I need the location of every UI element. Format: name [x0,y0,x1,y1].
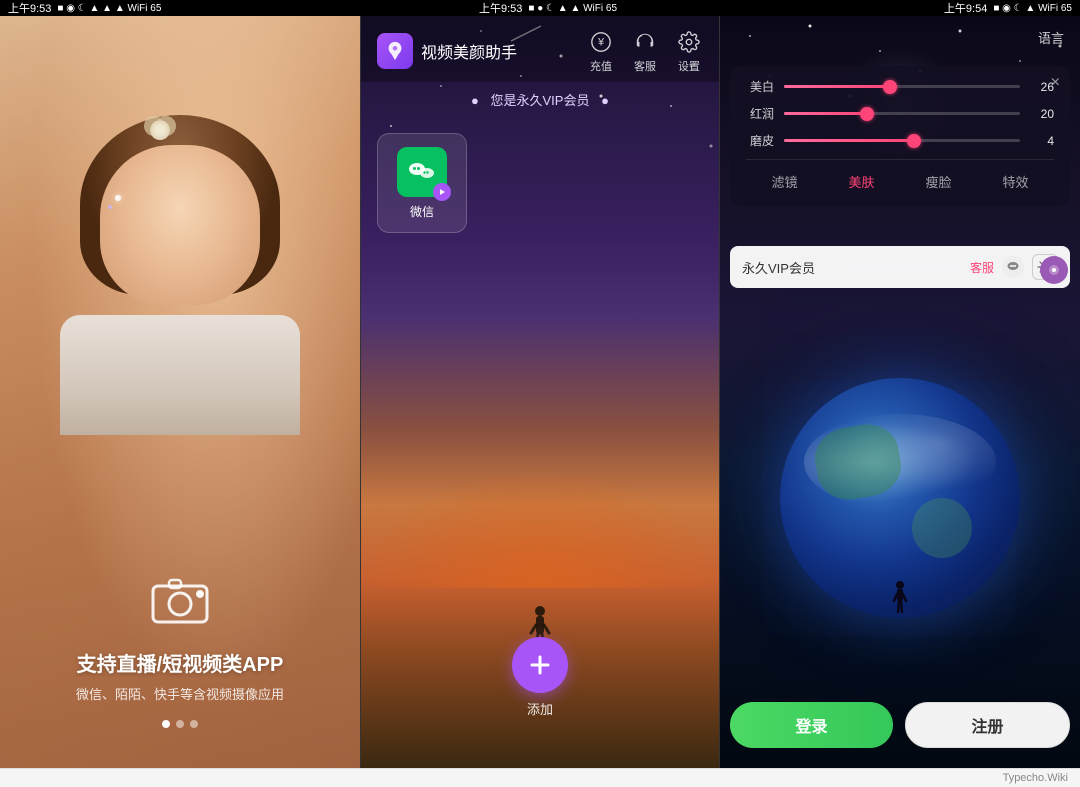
whitening-slider-row: 美白 26 [746,78,1054,95]
vip-badge: ● 您是永久VIP会员 ● [361,82,719,117]
vip-text: 您是永久VIP会员 [491,93,590,108]
add-button[interactable] [512,637,568,693]
app-name-label: 视频美颜助手 [421,39,517,63]
register-button[interactable]: 注册 [905,702,1070,748]
auth-buttons: 登录 注册 [730,702,1070,748]
close-button[interactable]: × [1051,74,1060,92]
wechat-play-overlay [433,183,451,201]
tab-filter[interactable]: 滤镜 [746,168,823,195]
whitening-label: 美白 [746,78,774,95]
vip-status-bar: 永久VIP会员 客服 [730,246,1070,288]
status-bar-panel3: 上午9:54 ■ ◉ ☾ ▲ WiFi 65 [728,0,1072,16]
tab-effects[interactable]: 特效 [977,168,1054,195]
vip-dot-left: ● [471,93,479,108]
dot-3[interactable] [190,720,198,728]
panel1-subtitle: 微信、陌陌、快手等含视频摄像应用 [20,685,340,705]
rosy-value: 20 [1030,107,1054,121]
rosy-fill [784,112,867,115]
status-bar: 上午9:53 ■ ◉ ☾ ▲ ▲ ▲ WiFi 65 上午9:53 ■ ● ☾ … [0,0,1080,16]
recharge-label: 充值 [590,58,612,74]
vip-service-btn[interactable]: 客服 [970,259,994,276]
footer-bar: Typecho.Wiki [0,768,1080,787]
headset-icon [631,28,659,56]
beauty-panel-screen: 语言 × 美白 26 红润 20 [720,16,1080,768]
logo-icon [377,33,413,69]
panel1-title: 支持直播/短视频类APP [20,648,340,677]
wechat-label: 微信 [410,203,434,220]
beauty-tabs: 滤镜 美肤 瘦脸 特效 [746,159,1054,195]
signal-icons-panel1: ■ ◉ ☾ ▲ ▲ ▲ WiFi 65 [57,3,161,14]
rosy-thumb[interactable] [860,107,874,121]
tab-skin[interactable]: 美肤 [823,168,900,195]
smoothing-slider-row: 磨皮 4 [746,132,1054,149]
panel3-header: 语言 [720,16,1080,59]
dot-2[interactable] [176,720,184,728]
add-btn-container: 添加 [512,637,568,718]
panel1-text-area: 支持直播/短视频类APP 微信、陌陌、快手等含视频摄像应用 [0,546,360,769]
header-actions: ¥ 充值 客服 [587,28,703,74]
settings-label: 设置 [678,58,700,74]
smoothing-label: 磨皮 [746,132,774,149]
horizon-glow [361,468,719,588]
wechat-app-item[interactable]: 微信 [377,133,467,233]
whitening-track[interactable] [784,85,1020,88]
tab-slim-face[interactable]: 瘦脸 [900,168,977,195]
vip-chat-icon[interactable] [1002,256,1024,278]
svg-text:¥: ¥ [597,37,605,49]
yuan-icon: ¥ [587,28,615,56]
time-panel1: 上午9:53 [8,0,51,16]
app-panel: 视频美颜助手 ¥ 充值 [360,16,720,768]
service-btn[interactable]: 客服 [631,28,659,74]
signal-icons-panel2: ■ ● ☾ ▲ ▲ WiFi 65 [528,3,617,14]
time-panel2: 上午9:53 [479,0,522,16]
panel2-header: 视频美颜助手 ¥ 充值 [361,16,719,82]
beauty-sliders-panel: × 美白 26 红润 20 磨 [730,66,1070,207]
wechat-logo [397,147,447,197]
vip-member-text: 永久VIP会员 [742,258,815,277]
app-icons-area: 微信 [361,117,719,249]
rosy-label: 红润 [746,105,774,122]
recharge-btn[interactable]: ¥ 充值 [587,28,615,74]
figure-on-hill-panel3 [891,580,909,620]
vip-dot-right: ● [601,93,609,108]
status-bar-panel1: 上午9:53 ■ ◉ ☾ ▲ ▲ ▲ WiFi 65 [8,0,368,16]
add-label: 添加 [527,699,553,718]
signal-icons-panel3: ■ ◉ ☾ ▲ WiFi 65 [993,3,1072,14]
dot-1[interactable] [162,720,170,728]
girl-illustration [0,16,360,505]
app-logo: 视频美颜助手 [377,33,517,69]
settings-btn[interactable]: 设置 [675,28,703,74]
rosy-slider-row: 红润 20 [746,105,1054,122]
settings-icon [675,28,703,56]
time-panel3: 上午9:54 [944,0,987,16]
footer-text: Typecho.Wiki [1003,772,1068,784]
camera-icon [20,566,340,636]
smoothing-value: 4 [1030,134,1054,148]
floating-btn[interactable] [1040,256,1068,284]
intro-panel: 支持直播/短视频类APP 微信、陌陌、快手等含视频摄像应用 [0,16,360,768]
service-label: 客服 [634,58,656,74]
lang-button[interactable]: 语言 [1038,28,1064,47]
rosy-track[interactable] [784,112,1020,115]
login-button[interactable]: 登录 [730,702,893,748]
whitening-fill [784,85,890,88]
smoothing-fill [784,139,914,142]
smoothing-track[interactable] [784,139,1020,142]
pagination-dots [20,720,340,728]
status-bar-panel2: 上午9:53 ■ ● ☾ ▲ ▲ WiFi 65 [368,0,728,16]
whitening-thumb[interactable] [883,80,897,94]
smoothing-thumb[interactable] [907,134,921,148]
main-panels: 支持直播/短视频类APP 微信、陌陌、快手等含视频摄像应用 [0,16,1080,768]
